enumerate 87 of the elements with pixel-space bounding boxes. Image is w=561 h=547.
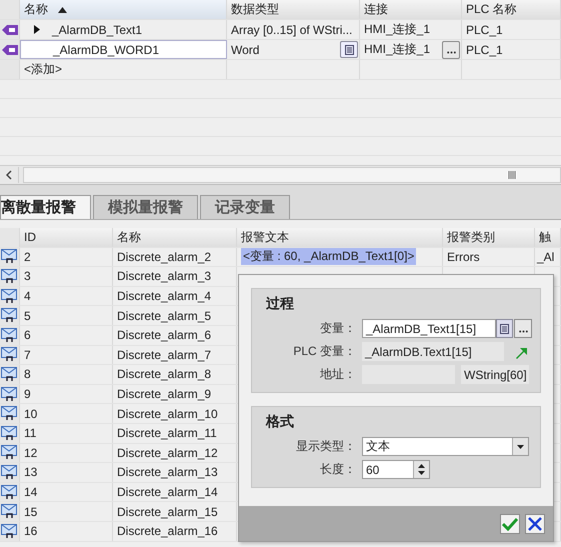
table-cell: 14 [24,485,38,500]
tag-icon [2,24,18,34]
table-cell: 13 [24,465,38,480]
ellipsis-icon [518,330,528,333]
table-cell: 12 [24,446,38,460]
table-cell: 3 [24,269,31,284]
cancel-button[interactable] [525,514,545,534]
table-cell: 8 [24,367,31,382]
section-title: 格式 [264,413,295,431]
table-cell: 4 [24,289,31,304]
tab[interactable]: 模拟量报警 [93,195,198,219]
column-header[interactable]: 名称 [117,228,141,246]
field-label: 显示类型： [295,438,356,455]
list-icon [344,44,354,54]
sort-icon [58,6,67,12]
readonly-field: WString[60] [461,365,529,384]
table-cell: Discrete_alarm_2 [117,250,212,264]
table-cell: PLC_1 [466,22,503,36]
table-cell: Discrete_alarm_3 [117,269,212,284]
column-header[interactable]: 报警文本 [241,228,289,246]
alarm-text[interactable]: <变量 : 60, _AlarmDB_Text1[0]> [241,248,416,266]
column-header[interactable]: 触 [539,228,551,246]
table-cell: Discrete_alarm_16 [117,524,218,538]
table-cell: PLC_1 [466,42,503,56]
list-button[interactable] [496,319,513,338]
chevron-left-icon [6,170,12,180]
column-header[interactable]: PLC 名称 [462,0,561,19]
column-header[interactable]: 数据类型 [227,0,360,19]
table-cell: Discrete_alarm_13 [117,465,218,480]
browse-button[interactable] [442,40,460,58]
table-cell: Discrete_alarm_15 [117,504,218,519]
field-label: 地址： [319,366,356,383]
table-cell: HMI_连接_1 [364,41,430,58]
check-icon [502,516,518,530]
grip-icon [508,171,516,179]
table-cell: 15 [24,504,38,519]
spinner-field[interactable]: 60 [362,460,430,479]
table-cell: Word [231,42,260,56]
close-icon [528,516,542,530]
table-cell: 5 [24,308,31,323]
section-title: 过程 [265,295,295,313]
confirm-button[interactable] [500,514,520,534]
table-cell: Discrete_alarm_8 [117,367,212,382]
table-cell: 6 [24,328,31,342]
field-label: 长度： [319,461,356,478]
ellipsis-icon [446,50,456,54]
table-cell: Errors [447,250,480,264]
browse-button[interactable] [514,319,532,338]
spinner-icon[interactable] [413,461,429,478]
table-cell: HMI_连接_1 [364,21,430,38]
add-row[interactable]: <添加> [24,61,62,78]
table-cell: Discrete_alarm_14 [117,485,218,500]
column-header[interactable]: 连接 [360,0,462,19]
column-header[interactable]: 名称 [20,0,227,19]
table-cell: Discrete_alarm_5 [117,308,212,323]
table-cell: Discrete_alarm_6 [117,328,212,342]
horizontal-scrollbar[interactable] [0,165,561,184]
table-cell: 7 [24,348,31,362]
table-cell: Discrete_alarm_12 [117,446,218,460]
dropdown[interactable]: 文本 [362,437,529,456]
table-cell: Discrete_alarm_9 [117,387,212,402]
table-cell: Array [0..15] of WStri... [231,22,352,36]
tag-icon [2,44,18,54]
table-cell: Discrete_alarm_11 [117,426,217,440]
table-cell: Discrete_alarm_4 [117,289,212,304]
input-field[interactable]: _AlarmDB_Text1[15] [362,319,496,338]
expand-icon[interactable] [34,25,40,34]
list-button[interactable] [340,41,358,58]
column-header[interactable]: ID [24,230,36,244]
table-cell: 16 [24,524,38,538]
table-cell: 9 [24,387,31,402]
name-cell[interactable]: _AlarmDB_WORD1 [20,40,227,59]
readonly-field: _AlarmDB.Text1[15] [362,342,504,361]
caret-icon [512,438,528,455]
table-cell: 11 [24,426,36,440]
tab[interactable]: 离散量报警 [0,195,91,219]
table-cell: Discrete_alarm_7 [117,348,212,362]
field-label: PLC 变量： [292,343,356,360]
table-cell: _Al [537,250,554,264]
list-icon [500,324,509,334]
tab[interactable]: 记录变量 [200,195,290,219]
name-cell[interactable]: _AlarmDB_Text1 [20,20,227,39]
field-label: 变量： [319,320,356,337]
column-header[interactable]: 报警类别 [447,228,495,246]
table-cell: 2 [24,250,31,264]
table-cell: 10 [24,406,38,421]
table-cell: Discrete_alarm_10 [117,406,218,421]
